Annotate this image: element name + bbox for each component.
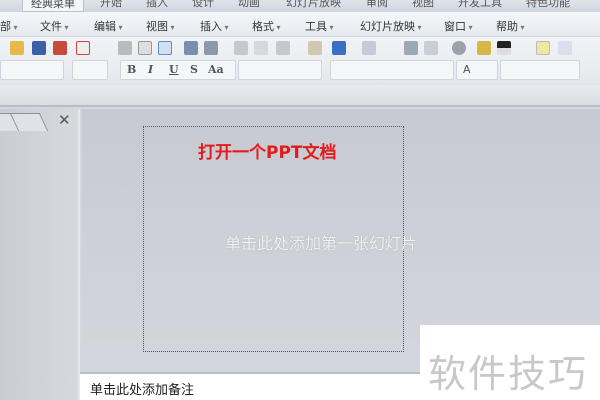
menu-view[interactable]: 视图 [146, 18, 175, 34]
export-pdf-icon[interactable] [76, 41, 90, 55]
tab-home[interactable]: 开始 [100, 0, 122, 10]
change-case-button[interactable]: Aa [208, 63, 224, 76]
new-slide-icon[interactable] [536, 41, 550, 55]
tab-classic-menu[interactable]: 经典菜单 [22, 0, 84, 12]
reference-icon[interactable] [204, 41, 218, 55]
ribbon-footer [0, 85, 600, 107]
menu-window[interactable]: 窗口 [444, 18, 473, 34]
font-name-select[interactable] [0, 60, 64, 80]
print-icon[interactable] [118, 41, 132, 55]
tab-design[interactable]: 设计 [192, 0, 214, 10]
notes-placeholder: 单击此处添加备注 [90, 383, 195, 398]
tab-view[interactable]: 视图 [412, 0, 434, 10]
paragraph-group[interactable] [330, 60, 454, 80]
format-painter-icon[interactable] [308, 41, 322, 55]
open-icon[interactable] [10, 41, 24, 55]
permission-icon[interactable] [53, 41, 67, 55]
font-color-button[interactable]: A [463, 63, 471, 76]
save-icon[interactable] [32, 41, 46, 55]
print-preview-icon[interactable] [138, 41, 152, 55]
tab-developer[interactable]: 开发工具 [458, 0, 502, 10]
undo-icon[interactable] [332, 41, 346, 55]
annotation-text: 打开一个PPT文档 [198, 143, 337, 163]
align-group[interactable] [238, 60, 322, 80]
cut-icon[interactable] [234, 41, 248, 55]
font-size-select[interactable] [72, 60, 108, 80]
menu-insert[interactable]: 插入 [200, 18, 229, 34]
menu-tools[interactable]: 工具 [305, 18, 334, 34]
menu-slideshow[interactable]: 幻灯片放映 [360, 18, 422, 34]
toolbar: B I U S Aa A [0, 37, 600, 85]
shadow-button[interactable]: S [190, 63, 198, 76]
bold-button[interactable]: B [127, 63, 136, 76]
fill-color-icon[interactable] [497, 41, 511, 55]
layout-icon[interactable] [558, 41, 572, 55]
slides-panel: ✕ [0, 109, 80, 400]
underline-button[interactable]: U [169, 63, 179, 76]
table-icon[interactable] [424, 41, 438, 55]
menu-help[interactable]: 帮助 [496, 18, 525, 34]
tab-slideshow[interactable]: 幻灯片放映 [286, 0, 341, 10]
menu-all[interactable]: 部 [0, 18, 18, 34]
tab-animation[interactable]: 动画 [238, 0, 260, 10]
classic-menubar: 部 文件 编辑 视图 插入 格式 工具 幻灯片放映 窗口 帮助 [0, 12, 600, 37]
redo-icon[interactable] [362, 41, 376, 55]
spelling-icon[interactable] [184, 41, 198, 55]
close-panel-icon[interactable]: ✕ [58, 111, 71, 129]
tab-features[interactable]: 特色功能 [526, 0, 570, 10]
picture-icon[interactable] [477, 41, 491, 55]
paste-icon[interactable] [276, 41, 290, 55]
menu-format[interactable]: 格式 [252, 18, 281, 34]
menu-edit[interactable]: 编辑 [94, 18, 123, 34]
indent-group[interactable] [500, 60, 580, 80]
hyperlink-icon[interactable] [452, 41, 466, 55]
add-slide-placeholder[interactable]: 单击此处添加第一张幻灯片 [225, 230, 417, 254]
chart-icon[interactable] [404, 41, 418, 55]
watermark: 软件技巧 [420, 325, 600, 400]
italic-button[interactable]: I [148, 63, 153, 76]
tab-insert[interactable]: 插入 [146, 0, 168, 10]
menu-file[interactable]: 文件 [40, 18, 69, 34]
research-icon[interactable] [158, 41, 172, 55]
tab-review[interactable]: 审阅 [366, 0, 388, 10]
watermark-text: 软件技巧 [428, 352, 589, 396]
copy-icon[interactable] [254, 41, 268, 55]
ribbon-tabs: 经典菜单 开始 插入 设计 动画 幻灯片放映 审阅 视图 开发工具 特色功能 [0, 0, 600, 12]
